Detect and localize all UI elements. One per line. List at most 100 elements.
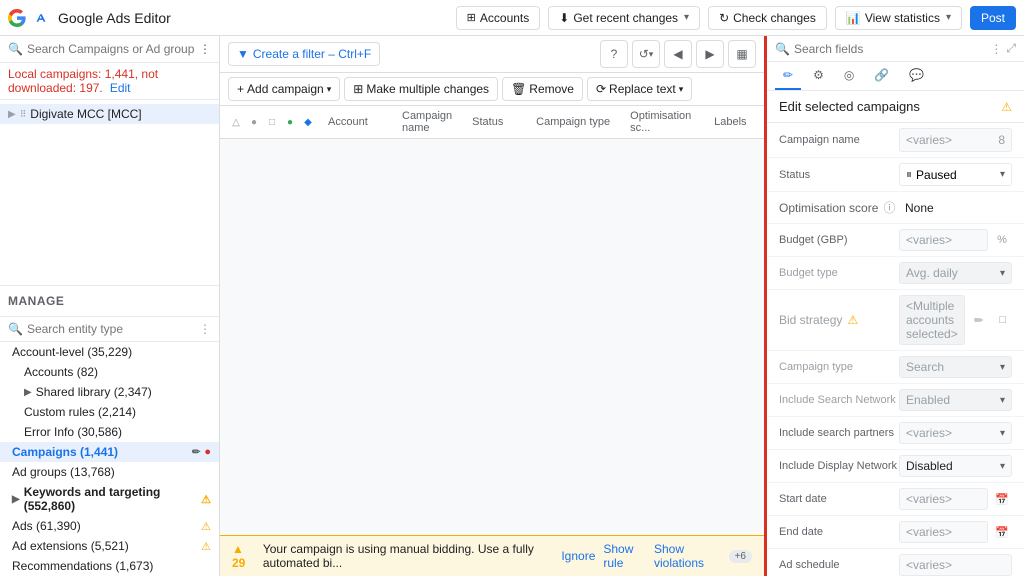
edit-multiple-icon: ⊞	[353, 82, 363, 96]
budget-label: Budget (GBP)	[779, 234, 899, 246]
ad-schedule-label: Ad schedule	[779, 559, 899, 571]
help-button[interactable]: ?	[600, 40, 628, 68]
show-violations-link[interactable]: Show violations	[654, 542, 721, 570]
manage-item-error-info[interactable]: Error Info (30,586)	[0, 422, 219, 442]
tab-link[interactable]: 🔗	[866, 62, 897, 90]
remove-button[interactable]: 🗑 Remove	[502, 77, 583, 101]
view-statistics-button[interactable]: 📊 View statistics ▾	[835, 6, 962, 30]
chart-icon: 📊	[846, 11, 861, 25]
optimisation-label: Optimisation score ⓘ	[779, 199, 899, 216]
center-panel: ▼ Create a filter – Ctrl+F ? ↺ ▾ ◀ ▶ ▦	[220, 36, 764, 576]
column-status-icons: △ ● □ ● ◆	[228, 114, 316, 130]
replace-text-button[interactable]: ⟳ Replace text ▾	[587, 77, 692, 101]
dot-green-col-icon: ●	[282, 114, 298, 130]
budget-type-field: Avg. daily ▾	[899, 262, 1012, 284]
display-network-row: Include Display Network Disabled ▾	[767, 450, 1024, 483]
filter-toolbar: ▼ Create a filter – Ctrl+F ? ↺ ▾ ◀ ▶ ▦	[220, 36, 764, 73]
external-link-icon[interactable]: ⤢	[1006, 41, 1016, 56]
calendar-icon[interactable]: 📅	[992, 522, 1012, 542]
manage-item-recommendations[interactable]: Recommendations (1,673)	[0, 556, 219, 576]
campaign-name-input[interactable]: <varies> 8	[899, 128, 1012, 152]
edit-bid-icon[interactable]: ✏	[969, 310, 989, 330]
budget-input[interactable]: <varies>	[899, 229, 988, 251]
edit-form: Campaign name <varies> 8 Status ⏸ Paused	[767, 123, 1024, 576]
prev-button[interactable]: ◀	[664, 40, 692, 68]
end-date-row: End date <varies> 📅	[767, 516, 1024, 549]
ad-schedule-field[interactable]: <varies>	[899, 554, 1012, 576]
percent-icon: %	[992, 230, 1012, 250]
edit-local-campaigns-link[interactable]: Edit	[110, 81, 131, 95]
tab-target[interactable]: ◎	[836, 62, 862, 90]
undo-icon: ↺	[639, 47, 649, 61]
start-date-field[interactable]: <varies>	[899, 488, 988, 510]
ignore-link[interactable]: Ignore	[561, 549, 595, 563]
expand-arrow-icon: ▶	[12, 494, 20, 505]
accounts-button[interactable]: ⊞ Accounts	[456, 6, 541, 30]
settings-icon: ⚙	[813, 68, 824, 82]
manage-search-input[interactable]	[27, 322, 195, 336]
bid-checkbox-icon[interactable]: □	[993, 310, 1013, 330]
search-partners-field[interactable]: <varies> ▾	[899, 422, 1012, 444]
prev-icon: ◀	[673, 47, 682, 61]
create-filter-button[interactable]: ▼ Create a filter – Ctrl+F	[228, 42, 380, 66]
manage-item-custom-rules[interactable]: Custom rules (2,214)	[0, 402, 219, 422]
get-recent-changes-button[interactable]: ⬇ Get recent changes ▾	[548, 6, 700, 30]
campaigns-content-area[interactable]	[220, 139, 764, 535]
manage-item-ad-extensions[interactable]: Ad extensions (5,521) ⚠	[0, 536, 219, 556]
column-headers: △ ● □ ● ◆ Account Campaign name Status C…	[220, 106, 764, 139]
manage-search-bar: 🔍 ⋮	[0, 317, 219, 342]
edit-icon: ✏	[192, 447, 200, 458]
more-options-icon[interactable]: ⋮	[199, 42, 211, 56]
google-logo-icon	[8, 9, 26, 27]
post-button[interactable]: Post	[970, 6, 1016, 30]
error-badge-icon: ●	[204, 446, 211, 458]
main-layout: 🔍 ⋮ Local campaigns: 1,441, not download…	[0, 36, 1024, 576]
search-icon: 🔍	[8, 42, 23, 56]
grid-icon: ▦	[736, 47, 747, 61]
help-icon: ?	[611, 47, 618, 61]
add-campaign-button[interactable]: + Add campaign ▾	[228, 77, 340, 101]
search-icon: 🔍	[775, 42, 790, 56]
search-network-row: Include Search Network Enabled ▾	[767, 384, 1024, 417]
left-panel: 🔍 ⋮ Local campaigns: 1,441, not download…	[0, 36, 220, 576]
manage-item-shared-library[interactable]: ▶ Shared library (2,347)	[0, 382, 219, 402]
manage-item-account-level[interactable]: Account-level (35,229)	[0, 342, 219, 362]
manage-item-ads[interactable]: Ads (61,390) ⚠	[0, 516, 219, 536]
app-logo	[8, 9, 50, 27]
warning-icon: ⚠	[201, 493, 211, 506]
status-field[interactable]: ⏸ Paused ▾	[899, 163, 1012, 186]
tree-item-digivate[interactable]: ▶ ⠿ Digivate MCC [MCC]	[0, 104, 219, 124]
bid-strategy-row: Bid strategy ⚠ <Multiple accounts select…	[767, 290, 1024, 351]
edit-panel-header: Edit selected campaigns ⚠	[767, 91, 1024, 123]
help-circle-icon: ⓘ	[883, 201, 895, 215]
tab-edit[interactable]: ✏	[775, 62, 801, 90]
undo-button[interactable]: ↺ ▾	[632, 40, 660, 68]
manage-item-accounts[interactable]: Accounts (82)	[0, 362, 219, 382]
end-date-field[interactable]: <varies>	[899, 521, 988, 543]
manage-item-ad-groups[interactable]: Ad groups (13,768)	[0, 462, 219, 482]
chevron-down-icon: ▾	[946, 12, 951, 23]
status-dropdown-arrow: ▾	[1000, 169, 1005, 180]
check-changes-button[interactable]: ↻ Check changes	[708, 6, 827, 30]
search-partners-label: Include search partners	[779, 427, 899, 439]
tab-message[interactable]: 💬	[901, 62, 932, 90]
bottom-notification-bar: ▲ 29 Your campaign is using manual biddi…	[220, 535, 764, 576]
tab-settings[interactable]: ⚙	[805, 62, 832, 90]
show-rule-link[interactable]: Show rule	[603, 542, 646, 570]
make-multiple-changes-button[interactable]: ⊞ Make multiple changes	[344, 77, 498, 101]
start-date-label: Start date	[779, 493, 899, 505]
more-options-icon[interactable]: ⋮	[199, 322, 211, 336]
manage-item-keywords[interactable]: ▶ Keywords and targeting (552,860) ⚠	[0, 482, 219, 516]
search-campaigns-input[interactable]	[27, 42, 195, 56]
more-options-icon[interactable]: ⋮	[990, 42, 1002, 56]
manage-item-campaigns[interactable]: Campaigns (1,441) ✏ ●	[0, 442, 219, 462]
start-date-row: Start date <varies> 📅	[767, 483, 1024, 516]
calendar-icon[interactable]: 📅	[992, 489, 1012, 509]
col-header-status: Status	[464, 116, 524, 128]
search-fields-input[interactable]	[794, 42, 986, 56]
speech-col-icon: □	[264, 114, 280, 130]
link-icon: 🔗	[874, 68, 889, 82]
display-network-field[interactable]: Disabled ▾	[899, 455, 1012, 477]
grid-view-button[interactable]: ▦	[728, 40, 756, 68]
next-button[interactable]: ▶	[696, 40, 724, 68]
